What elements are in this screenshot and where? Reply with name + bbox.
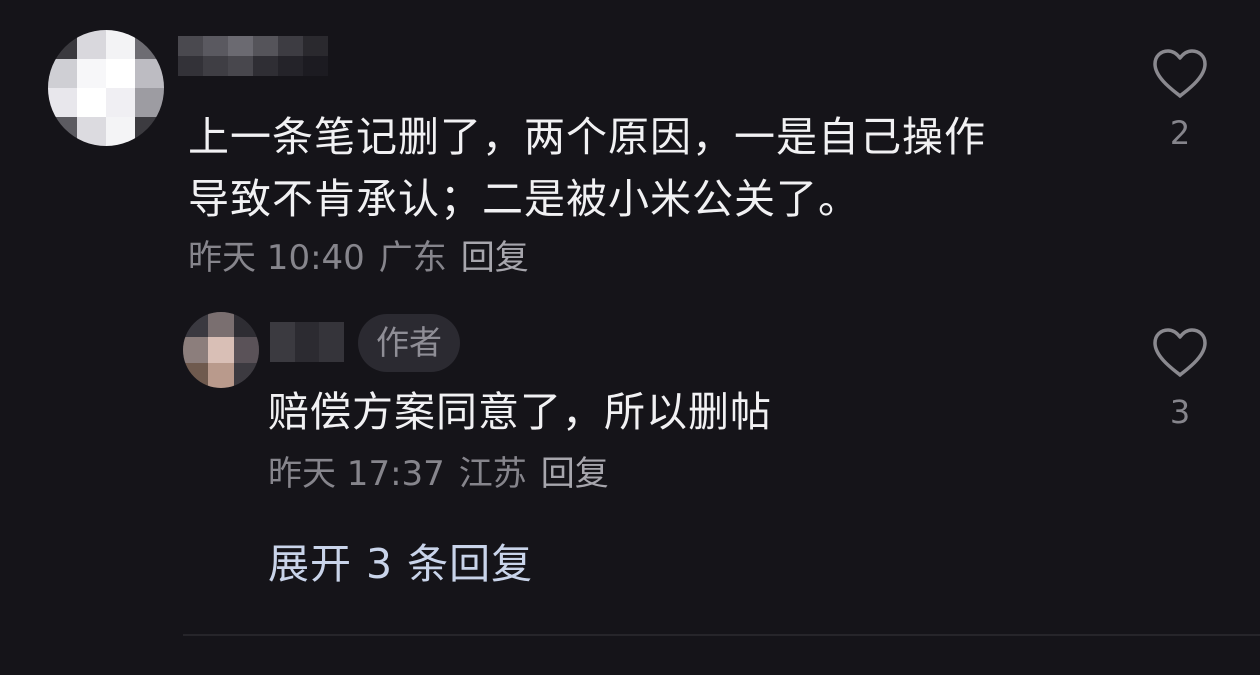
main-comment-text: 上一条笔记删了，两个原因，一是自己操作 导致不肯承认；二是被小米公关了。 xyxy=(188,106,1088,230)
heart-outline-icon xyxy=(1150,48,1210,100)
reply-comment-like-count: 3 xyxy=(1169,393,1191,431)
main-comment-reply-button[interactable]: 回复 xyxy=(461,230,529,279)
reply-comment-meta: 昨天 17:37 江苏 回复 xyxy=(268,446,609,495)
avatar-author[interactable] xyxy=(183,312,259,388)
reply-comment-text: 赔偿方案同意了，所以删帖 xyxy=(268,388,772,436)
heart-outline-icon xyxy=(1150,327,1210,379)
main-comment-line-2: 导致不肯承认；二是被小米公关了。 xyxy=(188,175,860,223)
main-comment-meta: 昨天 10:40 广东 回复 xyxy=(188,230,529,279)
username-main-pixelated[interactable] xyxy=(178,36,328,76)
main-comment-like-count: 2 xyxy=(1169,114,1191,152)
main-comment-location: 广东 xyxy=(378,238,447,278)
main-comment-like-button[interactable]: 2 xyxy=(1150,48,1210,152)
divider xyxy=(183,634,1260,636)
main-comment-line-1: 上一条笔记删了，两个原因，一是自己操作 xyxy=(188,113,986,161)
reply-comment-like-button[interactable]: 3 xyxy=(1150,327,1210,431)
comment-thread: 上一条笔记删了，两个原因，一是自己操作 导致不肯承认；二是被小米公关了。 昨天 … xyxy=(0,0,1260,675)
username-author-pixelated[interactable] xyxy=(270,322,344,362)
reply-comment-location: 江苏 xyxy=(458,454,527,494)
main-comment-time: 昨天 10:40 xyxy=(188,238,365,278)
expand-replies-link[interactable]: 展开 3 条回复 xyxy=(268,530,533,590)
avatar-main-commenter[interactable] xyxy=(48,30,164,146)
author-badge: 作者 xyxy=(358,314,460,372)
reply-comment-reply-button[interactable]: 回复 xyxy=(541,446,609,495)
reply-comment-time: 昨天 17:37 xyxy=(268,454,445,494)
